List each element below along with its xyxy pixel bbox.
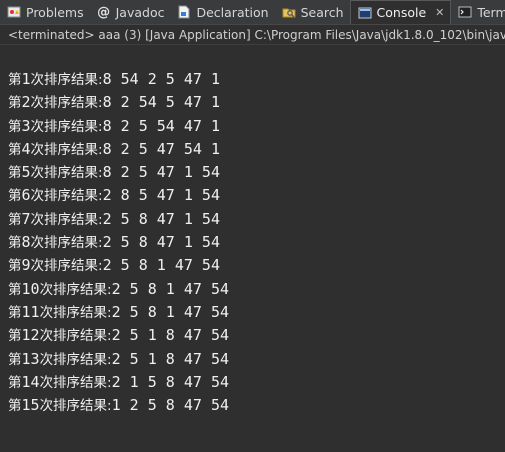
sort-result: 2 5 8 47 1 54 <box>102 209 220 228</box>
line-prefix-end: 次排序结果: <box>30 188 103 205</box>
tab-terminal[interactable]: Terminal <box>451 0 505 24</box>
sort-result: 2 5 8 1 47 54 <box>102 256 220 275</box>
sort-result: 2 5 1 8 47 54 <box>111 349 230 368</box>
console-line: 第11次排序结果:2 5 8 1 47 54 <box>8 301 229 324</box>
sort-result: 8 54 2 5 47 1 <box>102 70 220 88</box>
console-icon <box>358 6 372 20</box>
console-lines: 第1次排序结果:8 54 2 5 47 1 第2次排序结果:8 2 54 5 4… <box>8 68 229 417</box>
line-prefix-end: 次排序结果: <box>30 258 103 275</box>
tab-javadoc-label: Javadoc <box>115 4 165 20</box>
line-prefix-end: 次排序结果: <box>30 118 103 135</box>
close-icon[interactable]: ✕ <box>435 6 444 19</box>
line-prefix-start: 第 <box>8 235 22 252</box>
tab-declaration[interactable]: Declaration <box>170 0 274 24</box>
line-prefix-start: 第 <box>8 398 22 415</box>
sort-result: 8 2 5 47 1 54 <box>102 163 220 182</box>
line-prefix-end: 次排序结果: <box>30 211 103 228</box>
tab-javadoc[interactable]: @ Javadoc <box>90 0 171 24</box>
console-line: 第14次排序结果:2 1 5 8 47 54 <box>8 371 229 394</box>
sort-result: 8 2 54 5 47 1 <box>102 93 220 112</box>
pass-number: 9 <box>21 256 31 275</box>
pass-number: 10 <box>21 279 40 298</box>
console-line: 第13次排序结果:2 5 1 8 47 54 <box>8 348 229 371</box>
pass-number: 6 <box>21 186 31 205</box>
line-prefix-end: 次排序结果: <box>39 351 112 368</box>
line-prefix-end: 次排序结果: <box>39 304 112 321</box>
sort-result: 2 5 1 8 47 54 <box>111 326 230 345</box>
tab-search[interactable]: Search <box>275 0 350 24</box>
line-prefix-end: 次排序结果: <box>30 235 103 252</box>
search-icon <box>282 5 296 19</box>
line-prefix-end: 次排序结果: <box>30 141 103 158</box>
console-output[interactable]: 第1次排序结果:8 54 2 5 47 1 第2次排序结果:8 2 54 5 4… <box>0 46 505 452</box>
line-prefix-start: 第 <box>8 95 22 112</box>
line-prefix-start: 第 <box>8 281 22 298</box>
pass-number: 7 <box>21 209 31 228</box>
sort-result: 1 2 5 8 47 54 <box>111 396 230 415</box>
line-prefix-start: 第 <box>8 374 22 391</box>
pass-number: 3 <box>21 116 31 135</box>
line-prefix-start: 第 <box>8 141 22 158</box>
console-line: 第3次排序结果:8 2 5 54 47 1 <box>8 115 229 138</box>
sort-result: 8 2 5 54 47 1 <box>102 116 220 135</box>
console-line: 第2次排序结果:8 2 54 5 47 1 <box>8 91 229 114</box>
pass-number: 4 <box>21 139 31 158</box>
console-line: 第4次排序结果:8 2 5 47 54 1 <box>8 138 229 161</box>
pass-number: 1 <box>21 70 31 88</box>
sort-result: 2 5 8 1 47 54 <box>111 302 230 321</box>
console-line: 第12次排序结果:2 5 1 8 47 54 <box>8 324 229 347</box>
line-prefix-end: 次排序结果: <box>30 165 103 182</box>
sort-result: 8 2 5 47 54 1 <box>102 139 220 158</box>
javadoc-icon: @ <box>97 4 111 20</box>
console-line: 第9次排序结果:2 5 8 1 47 54 <box>8 254 229 277</box>
line-prefix-end: 次排序结果: <box>39 398 112 415</box>
pass-number: 5 <box>21 163 31 182</box>
pass-number: 12 <box>21 326 40 345</box>
console-line: 第6次排序结果:2 8 5 47 1 54 <box>8 184 229 207</box>
pass-number: 13 <box>21 349 40 368</box>
line-prefix-start: 第 <box>8 211 22 228</box>
line-prefix-start: 第 <box>8 118 22 135</box>
pass-number: 15 <box>21 396 40 415</box>
sort-result: 2 8 5 47 1 54 <box>102 186 220 205</box>
line-prefix-start: 第 <box>8 351 22 368</box>
terminal-icon <box>458 5 472 19</box>
line-prefix-start: 第 <box>8 258 22 275</box>
problems-icon <box>7 5 21 19</box>
pass-number: 2 <box>21 93 31 112</box>
line-prefix-end: 次排序结果: <box>39 374 112 391</box>
tab-problems[interactable]: Problems <box>0 0 90 24</box>
console-line: 第8次排序结果:2 5 8 47 1 54 <box>8 231 229 254</box>
sort-result: 2 1 5 8 47 54 <box>111 372 230 391</box>
view-tab-bar: Problems @ Javadoc Declaration Search Co… <box>0 0 505 25</box>
tab-search-label: Search <box>300 4 344 20</box>
line-prefix-end: 次排序结果: <box>30 95 103 112</box>
pass-number: 11 <box>21 302 40 321</box>
declaration-icon <box>177 5 191 19</box>
line-prefix-start: 第 <box>8 304 22 321</box>
console-line: 第5次排序结果:8 2 5 47 1 54 <box>8 161 229 184</box>
console-line: 第7次排序结果:2 5 8 47 1 54 <box>8 208 229 231</box>
pass-number: 14 <box>21 372 40 391</box>
line-prefix-start: 第 <box>8 72 22 88</box>
line-prefix-start: 第 <box>8 188 22 205</box>
tab-terminal-label: Terminal <box>477 4 505 20</box>
console-line: 第10次排序结果:2 5 8 1 47 54 <box>8 278 229 301</box>
line-prefix-end: 次排序结果: <box>39 328 112 345</box>
eclipse-console-view: Problems @ Javadoc Declaration Search Co… <box>0 0 505 452</box>
sort-result: 2 5 8 1 47 54 <box>111 279 230 298</box>
sort-result: 2 5 8 47 1 54 <box>102 233 220 252</box>
tab-declaration-label: Declaration <box>196 4 269 20</box>
console-line: 第1次排序结果:8 54 2 5 47 1 <box>8 68 229 91</box>
line-prefix-end: 次排序结果: <box>30 72 103 88</box>
tab-console[interactable]: Console ✕ <box>349 0 452 24</box>
console-line: 第15次排序结果:1 2 5 8 47 54 <box>8 394 229 417</box>
tab-problems-label: Problems <box>26 4 84 20</box>
line-prefix-start: 第 <box>8 328 22 345</box>
console-status-line: <terminated> aaa (3) [Java Application] … <box>0 25 505 45</box>
pass-number: 8 <box>21 233 31 252</box>
tab-console-label: Console <box>376 5 427 20</box>
line-prefix-end: 次排序结果: <box>39 281 112 298</box>
line-prefix-start: 第 <box>8 165 22 182</box>
